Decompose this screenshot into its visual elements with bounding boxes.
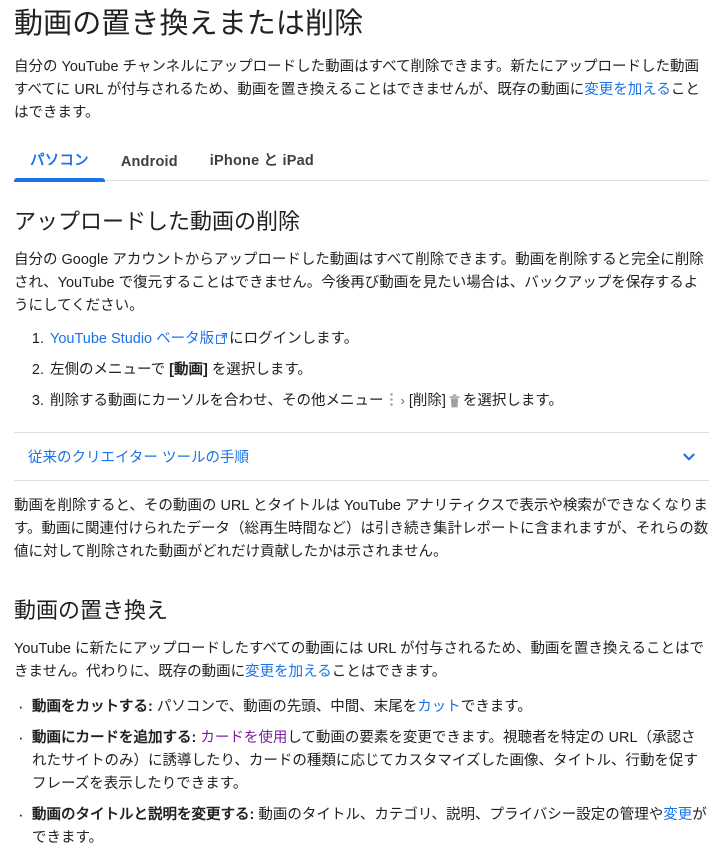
delete-analytics-note: 動画を削除すると、その動画の URL とタイトルは YouTube アナリティク…: [14, 498, 709, 560]
bullet-1-text1: パソコンで、動画の先頭、中間、末尾を: [156, 699, 418, 715]
replace-options-list: 動画をカットする: パソコンで、動画の先頭、中間、末尾をカットできます。 動画に…: [14, 695, 709, 850]
bullet-3-text1: 動画のタイトル、カテゴリ、説明、プライバシー設定の管理や: [258, 807, 664, 823]
bullet-2-link[interactable]: カードを使用: [200, 730, 287, 746]
more-vert-icon: [389, 392, 394, 415]
replace-text-after: ことはできます。: [331, 664, 447, 680]
list-item: 動画のタイトルと説明を変更する: 動画のタイトル、カテゴリ、説明、プライバシー設…: [14, 803, 709, 850]
platform-tabs: パソコン Android iPhone と iPad: [14, 143, 709, 182]
delete-steps-list: YouTube Studio ベータ版にログインします。 左側のメニューで [動…: [14, 328, 709, 416]
list-item: 左側のメニューで [動画] を選択します。: [48, 359, 709, 382]
step2-menu-label: [動画]: [169, 362, 208, 378]
expander-row[interactable]: 従来のクリエイター ツールの手順: [14, 433, 709, 480]
step2-text-before: 左側のメニューで: [50, 362, 166, 378]
step3-text-after: を選択します。: [462, 393, 563, 409]
chevron-down-icon[interactable]: [681, 449, 697, 465]
step2-text-after: を選択します。: [211, 362, 312, 378]
tab-iphone-ipad[interactable]: iPhone と iPad: [194, 143, 330, 180]
list-item: 動画をカットする: パソコンで、動画の先頭、中間、末尾をカットできます。: [14, 695, 709, 719]
section-replace-heading: 動画の置き換え: [14, 598, 169, 623]
step-separator-chevron: ›: [400, 393, 405, 408]
section-delete-heading: アップロードした動画の削除: [14, 209, 301, 234]
step3-bracket-label: [削除]: [408, 393, 446, 409]
section-delete-paragraph: 自分の Google アカウントからアップロードした動画はすべて削除できます。動…: [14, 252, 704, 314]
tab-android[interactable]: Android: [105, 148, 194, 180]
bullet-1-link[interactable]: カット: [417, 699, 461, 715]
bullet-2-title: 動画にカードを追加する:: [32, 730, 197, 746]
step3-text-before: 削除する動画にカーソルを合わせ、その他メニュー: [50, 393, 384, 409]
bullet-1-text2: できます。: [460, 699, 532, 715]
list-item: 動画にカードを追加する: カードを使用して動画の要素を変更できます。視聴者を特定…: [14, 726, 709, 796]
external-link-icon: [216, 329, 228, 352]
replace-change-link[interactable]: 変更を加える: [245, 664, 332, 680]
page-title: 動画の置き換えまたは削除: [14, 8, 364, 40]
list-item: 削除する動画にカーソルを合わせ、その他メニュー ›[削除] を選択します。: [48, 389, 709, 416]
bullet-1-title: 動画をカットする:: [32, 699, 153, 715]
expander-label: 従来のクリエイター ツールの手順: [28, 450, 249, 466]
bullet-3-link[interactable]: 変更: [663, 807, 692, 823]
help-article-page: 動画の置き換えまたは削除 自分の YouTube チャンネルにアップロードした動…: [0, 6, 723, 850]
trash-icon: [449, 393, 460, 416]
intro-change-link[interactable]: 変更を加える: [584, 82, 671, 98]
bullet-3-title: 動画のタイトルと説明を変更する:: [32, 807, 255, 823]
intro-paragraph: 自分の YouTube チャンネルにアップロードした動画はすべて削除できます。新…: [14, 56, 709, 125]
tab-pc[interactable]: パソコン: [14, 143, 105, 182]
list-item: YouTube Studio ベータ版にログインします。: [48, 328, 709, 352]
legacy-creator-tools-expander[interactable]: 従来のクリエイター ツールの手順: [14, 432, 709, 481]
section-replace-paragraph: YouTube に新たにアップロードしたすべての動画には URL が付与されるた…: [14, 638, 709, 684]
youtube-studio-beta-link[interactable]: YouTube Studio ベータ版: [50, 331, 214, 347]
step1-text-after: にログインします。: [229, 331, 359, 347]
